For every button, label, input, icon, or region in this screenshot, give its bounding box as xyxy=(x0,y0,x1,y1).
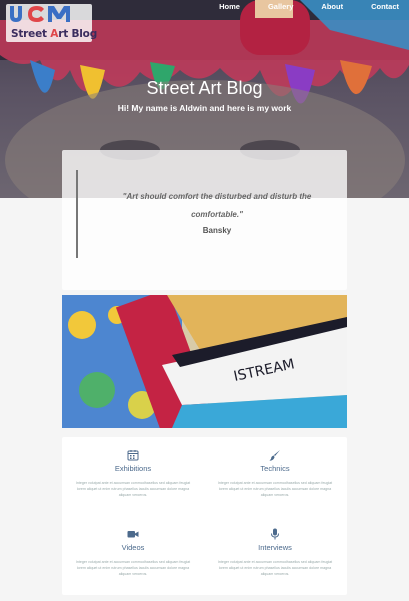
quote-text: "Art should comfort the disturbed and di… xyxy=(122,192,312,219)
calendar-icon xyxy=(127,450,139,461)
hero-title: Street Art Blog xyxy=(146,78,263,98)
nav-home-link[interactable]: Home xyxy=(219,2,240,11)
feature-description: Integer volutpat ante et accumsan commod… xyxy=(75,560,191,576)
feature-title: Technics xyxy=(260,464,290,473)
logo-mark-icon xyxy=(10,6,70,22)
quote-card: "Art should comfort the disturbed and di… xyxy=(62,150,347,290)
hero-subtitle: Hi! My name is Aldwin and here is my wor… xyxy=(117,103,292,113)
feature-title: Interviews xyxy=(258,543,292,552)
features-section: Exhibitions Integer volutpat ante et acc… xyxy=(62,437,347,595)
nav-about-link[interactable]: About xyxy=(321,2,343,11)
site-logo[interactable]: Street Art Blog xyxy=(6,4,97,42)
feature-description: Integer volutpat ante et accumsan commod… xyxy=(217,481,333,497)
feature-exhibitions: Exhibitions Integer volutpat ante et acc… xyxy=(68,449,198,498)
paintbrush-icon xyxy=(269,450,280,461)
feature-description: Integer volutpat ante et accumsan commod… xyxy=(217,560,333,576)
feature-interviews: Interviews Integer volutpat ante et accu… xyxy=(210,528,340,577)
microphone-icon xyxy=(271,528,279,540)
logo-text: Street Art Blog xyxy=(11,28,98,40)
feature-title: Videos xyxy=(121,543,145,552)
main-nav: Home Gallery About Contact xyxy=(191,2,399,11)
nav-contact-link[interactable]: Contact xyxy=(371,2,399,11)
video-camera-icon xyxy=(127,531,139,538)
feature-description: Integer volutpat ante et accumsan commod… xyxy=(75,481,191,497)
quote-author: Bansky xyxy=(202,226,232,235)
feature-videos: Videos Integer volutpat ante et accumsan… xyxy=(68,528,198,577)
feature-technics: Technics Integer volutpat ante et accums… xyxy=(210,449,340,498)
feature-title: Exhibitions xyxy=(114,464,152,473)
graffiti-artwork-image: ISTREAM xyxy=(62,295,347,428)
nav-gallery-link[interactable]: Gallery xyxy=(268,2,293,11)
quote-bar-divider xyxy=(76,170,78,258)
